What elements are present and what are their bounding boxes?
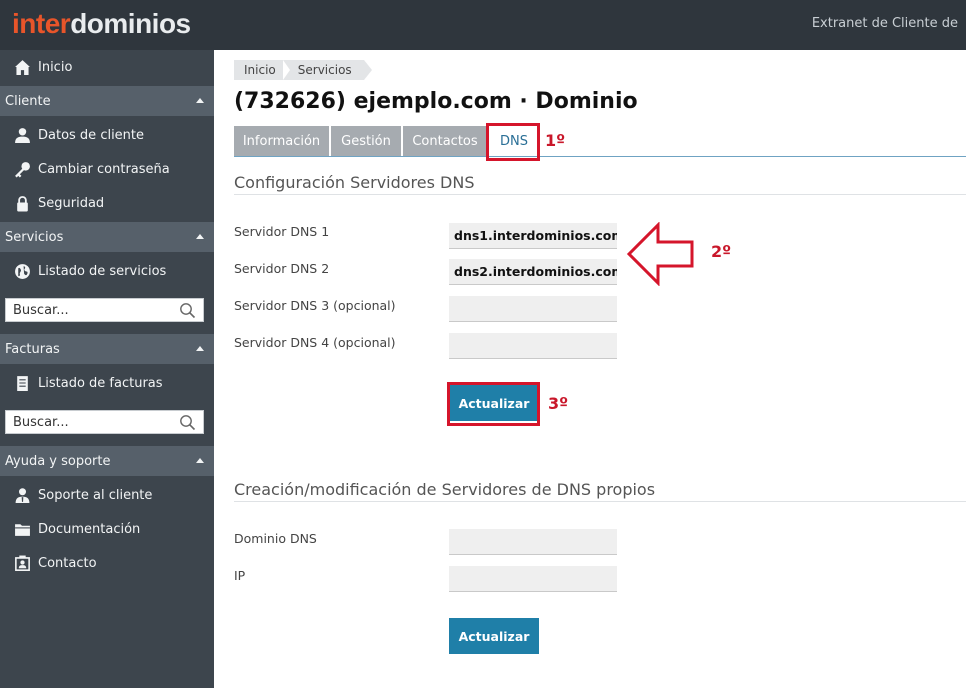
page-title: (732626) ejemplo.com · Dominio [234,89,638,114]
breadcrumb-servicios[interactable]: Servicios [283,60,372,80]
tab-contactos[interactable]: Contactos [403,126,487,156]
logo[interactable]: interdominios [12,8,191,40]
dns-1-input[interactable] [449,223,617,249]
sidebar-item-datos-de-cliente[interactable]: Datos de cliente [0,118,214,152]
annotation-step-2: 2º [711,242,732,261]
key-icon [13,160,31,178]
section-title-dns-config: Configuración Servidores DNS [234,173,475,192]
support-agent-icon [13,486,31,504]
dns-3-input[interactable] [449,296,617,322]
highlight-box-update-button [447,382,540,426]
section-divider [234,194,966,195]
sidebar-item-listado-de-servicios[interactable]: Listado de servicios [0,254,214,288]
section-title: Ayuda y soporte [5,453,111,469]
services-search [5,298,204,322]
sidebar-item-inicio[interactable]: Inicio [0,50,214,84]
sidebar-item-seguridad[interactable]: Seguridad [0,186,214,220]
globe-icon [13,262,31,280]
annotation-step-1: 1º [545,131,566,150]
sidebar-item-cambiar-contrasena[interactable]: Cambiar contraseña [0,152,214,186]
home-icon [13,58,31,76]
sidebar-item-label: Listado de servicios [38,263,167,279]
annotation-step-3: 3º [548,394,569,413]
sidebar-item-label: Documentación [38,521,141,537]
section-title: Servicios [5,229,64,245]
search-icon[interactable] [179,302,196,319]
sidebar-item-label: Inicio [38,59,73,75]
arrow-left-annotation-icon [626,222,694,286]
search-icon[interactable] [179,414,196,431]
section-divider [234,501,966,502]
label-ip: IP [234,568,246,583]
top-bar: interdominios Extranet de Cliente de [0,0,966,50]
sidebar-item-listado-de-facturas[interactable]: Listado de facturas [0,366,214,400]
sidebar-section-ayuda[interactable]: Ayuda y soporte [0,446,214,476]
contact-card-icon [13,554,31,572]
invoice-icon [13,374,31,392]
tab-gestion[interactable]: Gestión [331,126,401,156]
caret-up-icon [196,98,204,103]
sidebar-item-label: Contacto [38,555,97,571]
section-title-own-dns: Creación/modificación de Servidores de D… [234,480,656,499]
sidebar-item-label: Cambiar contraseña [38,161,170,177]
label-dns-3: Servidor DNS 3 (opcional) [234,298,396,313]
sidebar-item-soporte-al-cliente[interactable]: Soporte al cliente [0,478,214,512]
label-dns-2: Servidor DNS 2 [234,261,330,276]
section-title: Cliente [5,93,51,109]
sidebar: Inicio Cliente Datos de cliente Cambiar … [0,50,214,688]
label-dominio-dns: Dominio DNS [234,531,317,546]
sidebar-item-label: Soporte al cliente [38,487,153,503]
caret-up-icon [196,234,204,239]
invoices-search [5,410,204,434]
invoices-search-input[interactable] [13,412,178,432]
tab-informacion[interactable]: Información [234,126,329,156]
highlight-box-dns-tab [486,123,540,161]
breadcrumb: Inicio Servicios [234,60,372,80]
extranet-title: Extranet de Cliente de [811,16,958,31]
sidebar-item-label: Listado de facturas [38,375,163,391]
sidebar-section-facturas[interactable]: Facturas [0,334,214,364]
update-own-dns-button[interactable]: Actualizar [449,618,539,654]
label-dns-1: Servidor DNS 1 [234,224,330,239]
sidebar-item-label: Seguridad [38,195,105,211]
section-title: Facturas [5,341,60,357]
tab-bar: Información Gestión Contactos DNS [234,126,966,157]
sidebar-item-label: Datos de cliente [38,127,145,143]
breadcrumb-inicio[interactable]: Inicio [234,60,290,80]
caret-up-icon [196,458,204,463]
logo-part-dominios: dominios [70,8,191,39]
sidebar-item-documentacion[interactable]: Documentación [0,512,214,546]
dns-2-input[interactable] [449,259,617,285]
sidebar-item-contacto[interactable]: Contacto [0,546,214,580]
logo-part-inter: inter [12,8,71,39]
own-dns-domain-input[interactable] [449,529,617,555]
lock-icon [13,194,31,212]
user-icon [13,126,31,144]
services-search-input[interactable] [13,300,178,320]
dns-4-input[interactable] [449,333,617,359]
own-dns-ip-input[interactable] [449,566,617,592]
sidebar-section-servicios[interactable]: Servicios [0,222,214,252]
sidebar-section-cliente[interactable]: Cliente [0,86,214,116]
label-dns-4: Servidor DNS 4 (opcional) [234,335,396,350]
folder-icon [13,520,31,538]
caret-up-icon [196,346,204,351]
